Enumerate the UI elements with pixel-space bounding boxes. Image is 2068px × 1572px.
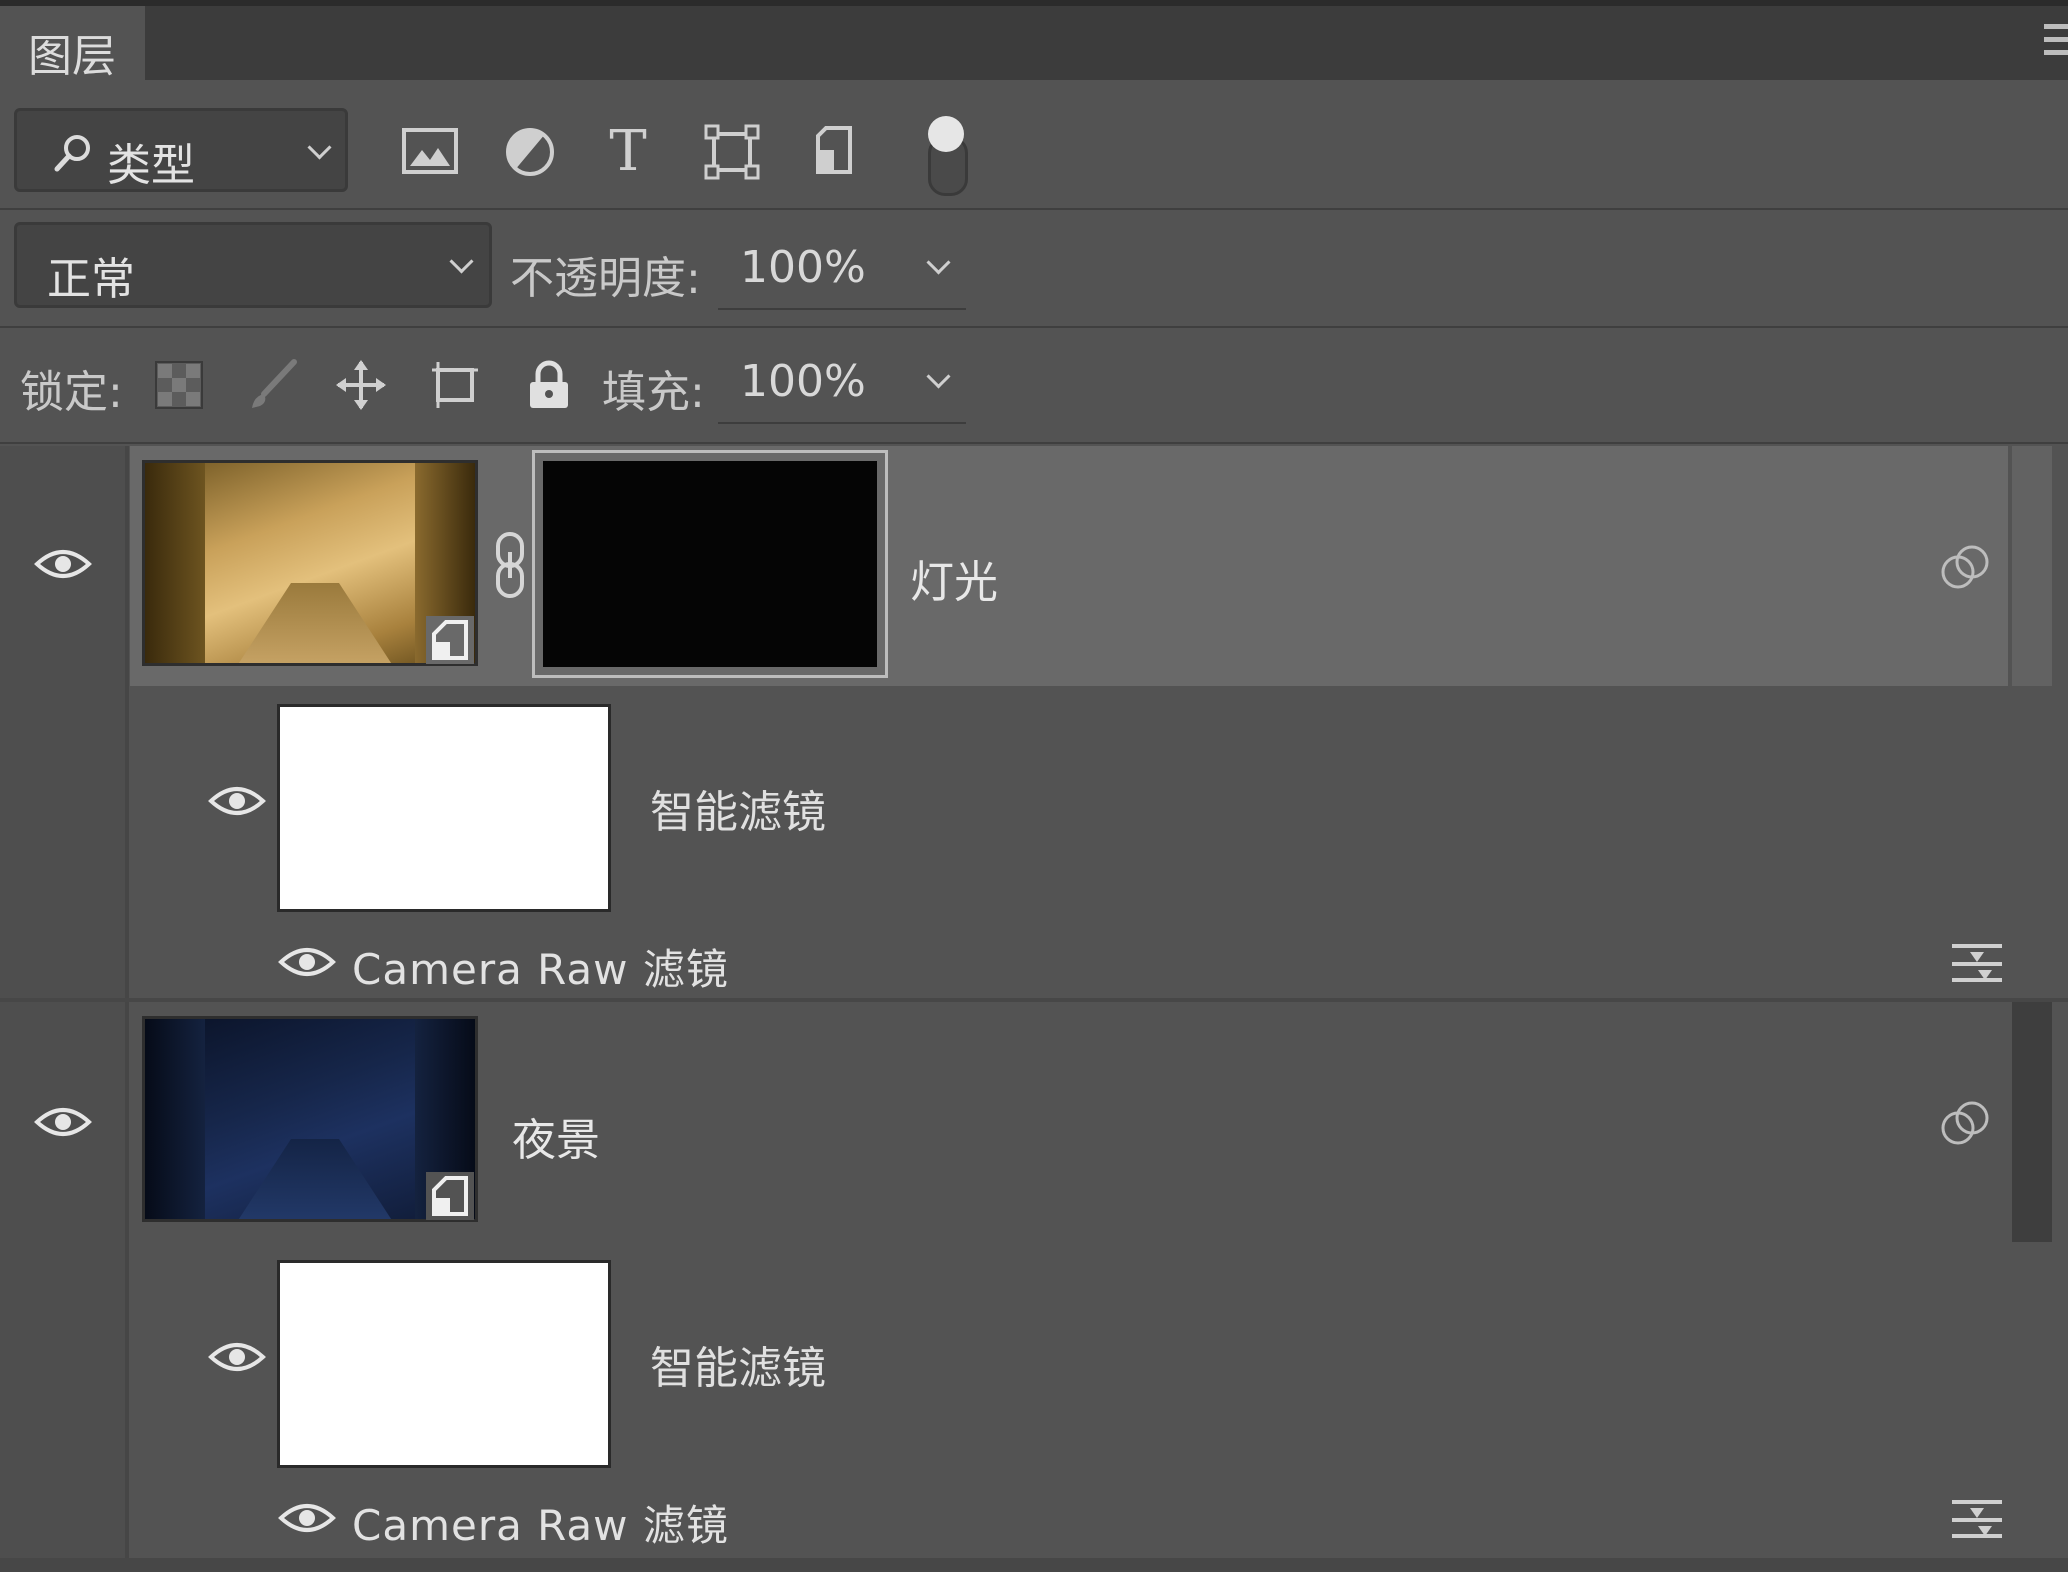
chevron-down-icon [449,249,474,274]
fill-value[interactable]: 100% [740,356,866,407]
panel-tab-bar [0,0,2068,80]
adjustment-filter-icon[interactable] [498,120,562,184]
eye-icon[interactable] [278,1500,336,1536]
opacity-underline [718,308,966,310]
lock-pixels-brush-icon[interactable] [246,358,300,412]
scrollbar-track[interactable] [2012,1002,2052,1242]
layer-name-night[interactable]: 夜景 [512,1104,600,1168]
smart-object-badge-icon [426,616,474,664]
fill-chevron-icon[interactable] [926,364,951,389]
opacity-chevron-icon[interactable] [926,250,951,275]
camera-raw-filter-label[interactable]: Camera Raw 滤镜 [352,1492,729,1553]
filter-kind-select[interactable]: 类型 [14,108,348,192]
smart-object-filter-icon[interactable] [804,120,868,184]
smart-filter-toggle-icon[interactable] [1938,540,1992,594]
layer-mask-thumbnail [543,461,877,667]
fill-label: 填充: [602,367,705,418]
smart-filter-mask-thumbnail[interactable] [277,1260,611,1468]
eye-icon[interactable] [34,546,92,582]
smart-object-badge-icon [426,1172,474,1220]
lock-all-padlock-icon[interactable] [522,358,576,412]
fill-underline [718,422,966,424]
eye-icon[interactable] [208,783,266,819]
search-icon [54,135,90,172]
chevron-down-icon [307,135,332,160]
opacity-label: 不透明度: [510,253,701,304]
scrollbar-track[interactable] [2012,446,2052,686]
lock-position-move-icon[interactable] [334,358,388,412]
toolbar-divider [0,326,2068,328]
blend-mode-label: 正常 [47,254,135,305]
toolbar-divider [0,442,2068,444]
panel-bottom-edge [0,1558,2068,1572]
panel-menu-icon[interactable] [2044,24,2068,60]
pixel-filter-icon[interactable] [398,120,462,184]
tab-layers[interactable]: 图层 [0,6,145,82]
opacity-value[interactable]: 100% [740,242,866,293]
blend-mode-select[interactable]: 正常 [14,222,492,308]
eye-icon[interactable] [278,944,336,980]
lock-label: 锁定: [20,367,123,418]
eye-icon[interactable] [34,1104,92,1140]
eye-icon[interactable] [208,1339,266,1375]
mask-link-chain-icon[interactable] [490,530,530,600]
filter-kind-label: 类型 [107,140,195,191]
smart-filter-mask-thumbnail[interactable] [277,704,611,912]
filter-blending-options-icon[interactable] [1950,940,2004,986]
lock-transparency-icon[interactable] [152,358,206,412]
column-divider [125,446,129,1572]
visibility-column [0,446,127,1572]
smart-filter-toggle-icon[interactable] [1938,1096,1992,1150]
layer-name-light[interactable]: 灯光 [910,546,998,610]
toolbar-divider [0,208,2068,210]
filter-toggle-switch[interactable] [924,116,968,196]
filter-blending-options-icon[interactable] [1950,1496,2004,1542]
tab-layers-label: 图层 [28,31,116,82]
type-filter-icon[interactable]: T [596,120,660,184]
shape-filter-icon[interactable] [700,120,764,184]
smart-filters-label[interactable]: 智能滤镜 [650,1332,826,1396]
smart-filters-label[interactable]: 智能滤镜 [650,776,826,840]
lock-artboard-icon[interactable] [428,358,482,412]
layer-mask-frame[interactable] [532,450,888,678]
camera-raw-filter-label[interactable]: Camera Raw 滤镜 [352,936,729,997]
